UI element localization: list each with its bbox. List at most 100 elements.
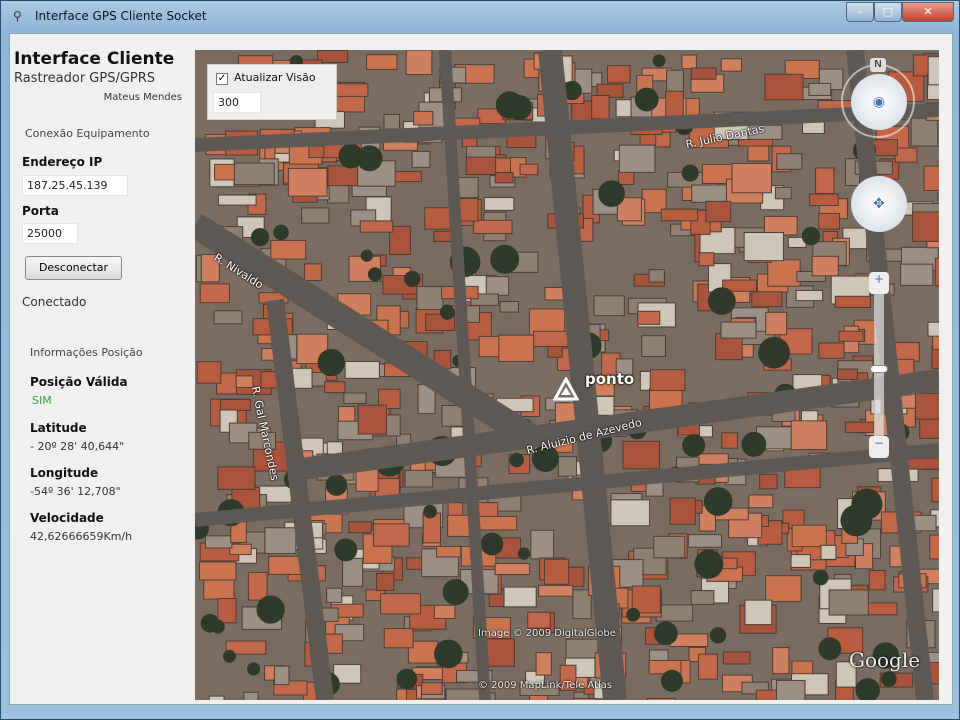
tree [334,538,358,562]
tree [855,678,880,700]
longitude-value: -54º 36' 12,708" [30,485,121,498]
building [494,172,514,184]
building [653,535,686,559]
tree [273,224,289,241]
building [557,456,577,477]
placemark-icon[interactable] [553,377,579,401]
building [802,121,825,134]
disconnect-button[interactable]: Desconectar [25,256,122,280]
tree [367,267,383,282]
tree [741,431,767,457]
app-window: ⚲ Interface GPS Cliente Socket – □ ✕ Int… [0,0,960,720]
minimize-button[interactable]: – [846,2,874,22]
building [273,665,290,686]
building [647,697,676,700]
building [591,95,610,120]
building [669,497,696,525]
building [217,598,237,624]
building [233,162,275,186]
ip-label: Endereço IP [22,155,103,169]
tree [851,488,883,520]
latitude-label: Latitude [30,421,87,435]
building [466,145,497,158]
zoom-slider-handle[interactable] [870,365,888,373]
building [637,310,661,325]
tree [634,87,659,112]
tree [495,91,524,119]
building [344,360,380,379]
close-button[interactable]: ✕ [902,2,954,22]
building [203,579,235,600]
tree [517,547,531,560]
building [196,361,222,384]
building [359,220,394,233]
building [217,194,257,206]
building [199,283,230,304]
update-interval-input[interactable]: 300 [213,92,261,113]
position-group-label: Informações Posição [30,346,143,359]
building [690,590,715,605]
building [610,499,651,527]
building [366,54,398,70]
building [413,110,434,126]
building [357,404,387,435]
speed-value: 42,62666659Km/h [30,530,133,543]
move-joystick[interactable]: ✥ [851,176,907,232]
latitude-value: - 20º 28' 40,644" [30,440,125,453]
building [759,473,778,490]
building [929,534,939,560]
google-logo: Google [849,648,921,672]
zoom-in-button[interactable]: + [869,272,889,294]
tree [703,487,733,516]
ip-input[interactable]: 187.25.45.139 [22,175,128,196]
building [473,219,513,235]
building [213,310,243,325]
building [303,263,322,281]
building [648,269,665,283]
building [391,171,422,183]
building [483,197,515,211]
tree [681,164,699,182]
tree [660,669,684,692]
building [791,524,827,548]
maximize-button[interactable]: □ [874,2,902,22]
building [744,599,773,626]
port-input[interactable]: 25000 [22,223,78,244]
building [765,575,802,603]
building [790,420,828,451]
building [301,207,330,224]
building [931,477,939,503]
building [383,628,414,649]
tree [256,595,285,624]
building [498,334,535,362]
building [199,561,237,581]
building [764,73,804,101]
building [721,557,738,570]
map-view[interactable]: R. Julio Dantas R. Nivaldo R. Aluizio de… [195,50,939,700]
building [494,563,531,576]
building [235,375,254,388]
tree [709,627,727,644]
tree [654,621,678,646]
connection-status: Conectado [22,295,87,309]
building [618,144,656,173]
tree [694,549,724,579]
building [485,276,510,296]
update-view-panel: ✓ Atualizar Visão 300 [207,64,337,120]
title-bar[interactable]: ⚲ Interface GPS Cliente Socket – □ ✕ [1,1,959,31]
connection-group-label: Conexão Equipamento [25,127,150,140]
tree [247,662,261,676]
port-label: Porta [22,204,59,218]
north-button[interactable]: N [870,58,886,72]
building [375,572,395,591]
update-view-checkbox[interactable]: ✓ [216,73,228,85]
building [743,231,784,262]
tree [626,607,641,622]
tree [490,244,520,274]
tree [223,649,236,663]
zoom-out-button[interactable]: − [869,436,889,458]
placemark-label: ponto [585,370,635,388]
tree [818,637,842,661]
building [573,697,597,700]
look-joystick[interactable]: ◉ [851,74,907,130]
